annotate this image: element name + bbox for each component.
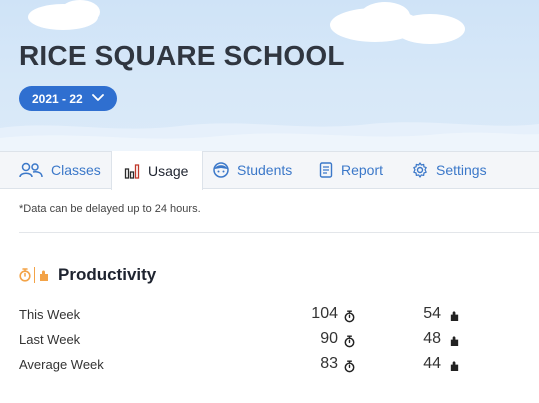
tab-label: Usage — [148, 162, 189, 179]
blocks-value: 44 — [423, 355, 441, 372]
row-label: This Week — [19, 307, 81, 322]
row-label: Average Week — [19, 357, 104, 372]
block-piece-icon — [40, 270, 48, 281]
cloud-decoration — [60, 0, 100, 24]
time-value: 83 — [320, 355, 338, 372]
people-icon — [19, 162, 43, 178]
stopwatch-icon — [19, 268, 31, 282]
bar-chart-icon — [124, 163, 140, 179]
divider — [19, 232, 539, 233]
time-value: 90 — [320, 330, 338, 347]
productivity-header: Productivity — [19, 265, 156, 285]
report-icon — [319, 162, 333, 178]
year-label: 2021 - 22 — [32, 91, 83, 106]
gear-icon — [413, 162, 427, 178]
student-face-icon — [213, 162, 229, 178]
stat-row-last-week: Last Week 90 48 — [19, 330, 479, 350]
block-piece-icon — [450, 336, 459, 346]
blocks-value: 54 — [423, 305, 441, 322]
stopwatch-icon — [344, 310, 355, 323]
row-label: Last Week — [19, 332, 81, 347]
tab-settings[interactable]: Settings — [412, 151, 487, 189]
tab-students[interactable]: Students — [213, 151, 292, 189]
block-piece-icon — [450, 311, 459, 321]
chevron-down-icon — [92, 94, 104, 101]
block-piece-icon — [450, 361, 459, 371]
year-selector[interactable]: 2021 - 22 — [19, 86, 117, 111]
cloud-decoration — [360, 2, 410, 30]
productivity-icons — [19, 267, 50, 283]
tab-report[interactable]: Report — [319, 151, 383, 189]
stat-row-average-week: Average Week 83 44 — [19, 355, 479, 375]
productivity-title: Productivity — [58, 265, 157, 284]
tab-usage[interactable]: Usage — [111, 151, 204, 190]
stat-row-this-week: This Week 104 54 — [19, 305, 479, 325]
wave-decoration — [0, 122, 539, 151]
tab-classes[interactable]: Classes — [19, 151, 101, 189]
stopwatch-icon — [344, 335, 355, 348]
data-delay-note: *Data can be delayed up to 24 hours. — [19, 203, 201, 215]
tab-bar: Classes Usage Students Report Settings — [0, 151, 539, 190]
tab-label: Students — [237, 162, 293, 178]
school-title: RICE SQUARE SCHOOL — [19, 40, 345, 71]
tab-label: Report — [341, 162, 384, 178]
tab-label: Settings — [436, 162, 487, 178]
stopwatch-icon — [344, 360, 355, 373]
header-banner: RICE SQUARE SCHOOL 2021 - 22 — [0, 0, 539, 151]
tab-label: Classes — [51, 162, 101, 178]
blocks-value: 48 — [423, 330, 441, 347]
time-value: 104 — [311, 305, 338, 322]
